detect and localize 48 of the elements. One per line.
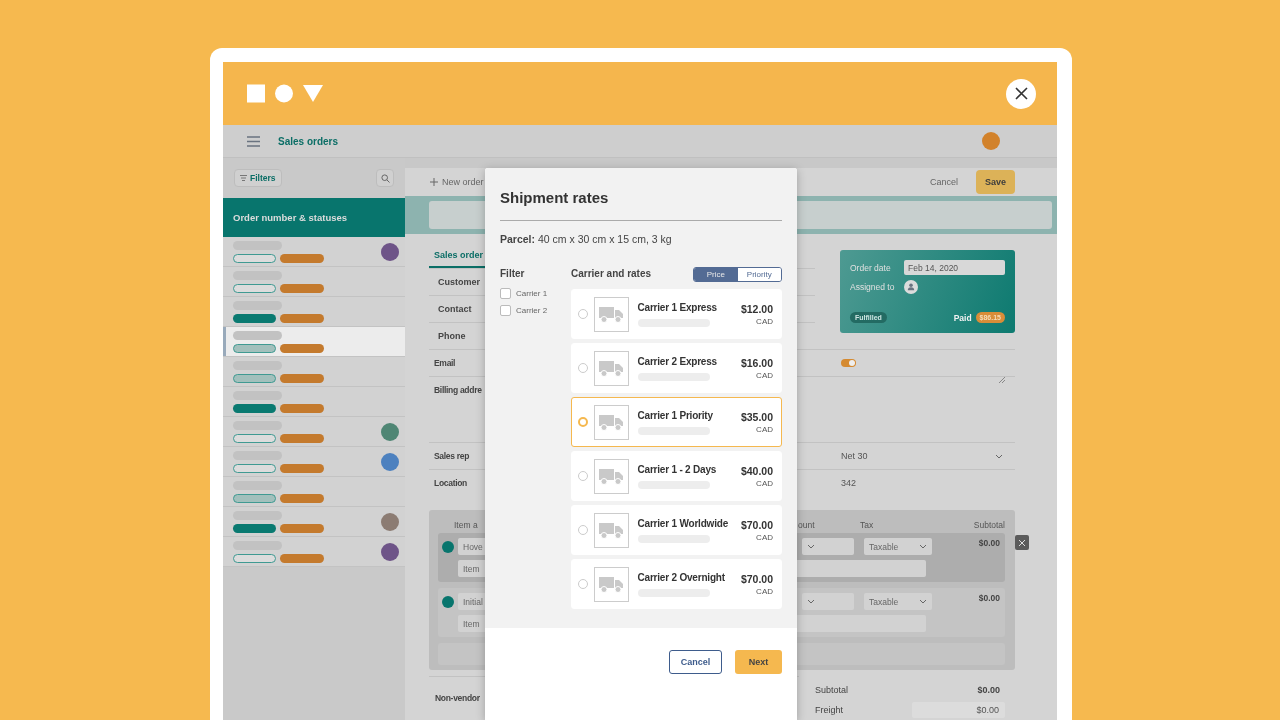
parcel-text: Parcel: 40 cm x 30 cm x 15 cm, 3 kg [500,232,673,246]
field-label: Non-vendor [435,693,480,703]
rate-price: $70.00 [740,572,773,585]
field-label: Phone [438,331,466,341]
subtotal-value: $0.00 [977,538,1000,548]
currency-label: CAD [755,316,773,326]
column-header: ount [798,520,816,530]
field-label: Sales rep [434,451,470,461]
rate-price: $12.00 [740,302,773,315]
field-label: Location [434,478,467,488]
field-value: 342 [841,478,857,488]
list-header: Order number & statuses [223,198,405,237]
rate-name: Carrier 1 Express [637,301,718,313]
rate-price: $16.00 [740,356,773,369]
total-label: Subtotal [815,685,849,695]
total-value: $0.00 [977,685,1001,695]
column-header: Subtotal [972,520,1005,530]
rate-name: Carrier 2 Express [637,355,718,367]
rate-price: $35.00 [740,410,773,423]
currency-label: CAD [755,424,773,434]
rates-heading: Carrier and rates [571,267,652,281]
currency-label: CAD [755,532,773,542]
field-label: Order date [850,262,892,273]
field-value: Net 30 [841,451,868,461]
field-label: Billing addre [434,385,482,395]
filter-heading: Filter [500,267,526,281]
field-label: Email [434,358,456,368]
total-label: Freight [815,705,843,715]
checkbox-label: Carrier 1 [516,288,548,298]
rate-name: Carrier 2 Overnight [637,571,726,583]
field-label: Assigned to [850,282,896,292]
currency-label: CAD [755,370,773,380]
column-header: Item a [454,520,478,530]
rate-price: $40.00 [740,464,773,477]
rate-name: Carrier 1 Worldwide [637,517,729,529]
rate-name: Carrier 1 - 2 Days [637,463,718,475]
rate-name: Carrier 1 Priority [637,409,714,421]
currency-label: CAD [755,478,773,488]
currency-label: CAD [755,586,773,596]
rate-price: $70.00 [740,518,773,531]
subtotal-value: $0.00 [977,593,1000,603]
field-label: Contact [438,304,472,314]
paid-label: Paid [953,312,972,323]
dialog-title: Shipment rates [500,189,782,221]
app-title: Sales orders [278,135,339,147]
field-label: Customer [438,277,480,287]
checkbox-label: Carrier 2 [516,305,548,315]
column-header: Tax [860,520,875,530]
